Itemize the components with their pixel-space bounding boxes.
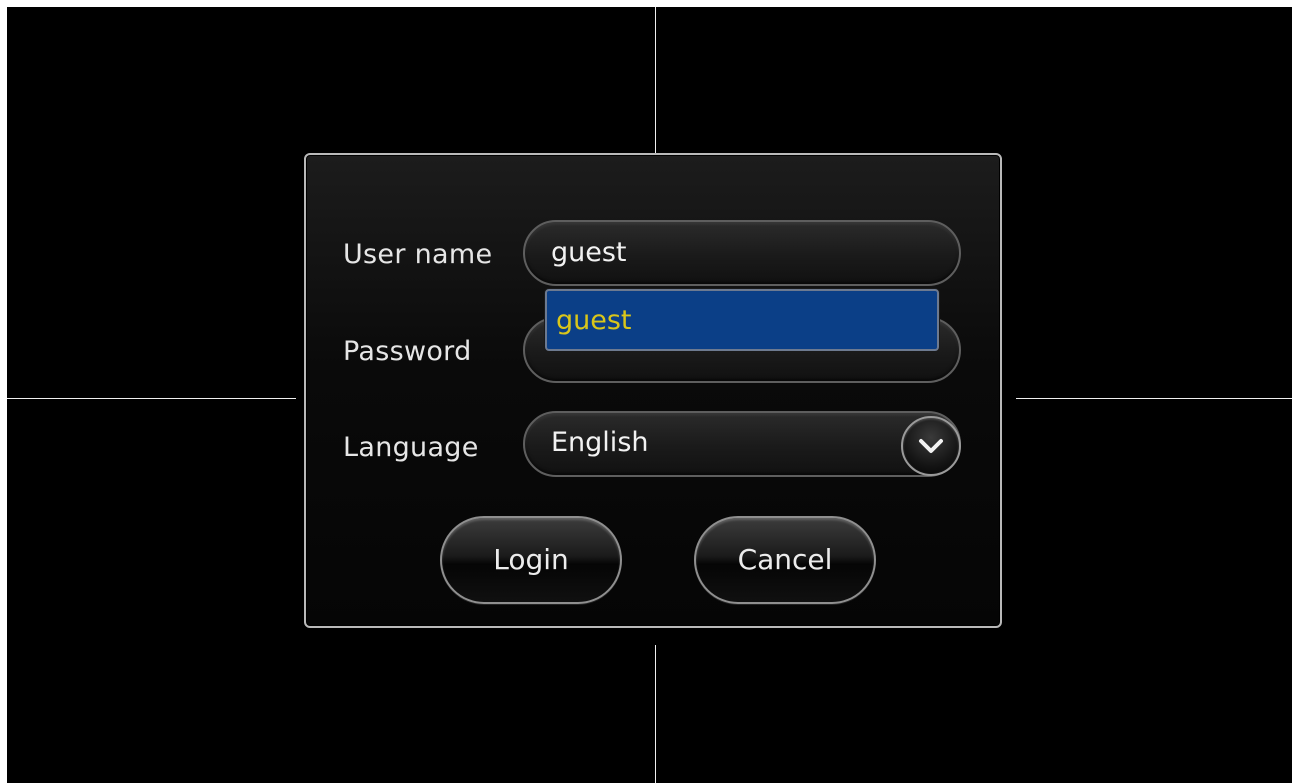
language-label: Language [343,432,479,463]
language-select[interactable]: English [523,411,961,477]
username-value: guest [551,237,627,268]
username-dropdown-list: guest [545,289,939,351]
left-border [0,0,7,783]
username-label: User name [343,239,493,270]
grid-divider-horizontal-left [7,398,296,399]
username-field[interactable]: guest [523,220,961,286]
chevron-down-icon[interactable] [901,416,961,476]
login-button[interactable]: Login [440,516,622,604]
login-dialog: User name guest Password Language Englis… [304,153,1002,628]
top-border [0,0,1292,7]
grid-divider-horizontal-right [1016,398,1292,399]
cancel-button[interactable]: Cancel [694,516,876,604]
language-value: English [551,427,649,458]
username-option[interactable]: guest [556,305,632,337]
password-label: Password [343,336,472,367]
grid-divider-vertical-top [655,7,656,153]
screen: User name guest Password Language Englis… [0,0,1292,783]
grid-divider-vertical-bottom [655,645,656,783]
